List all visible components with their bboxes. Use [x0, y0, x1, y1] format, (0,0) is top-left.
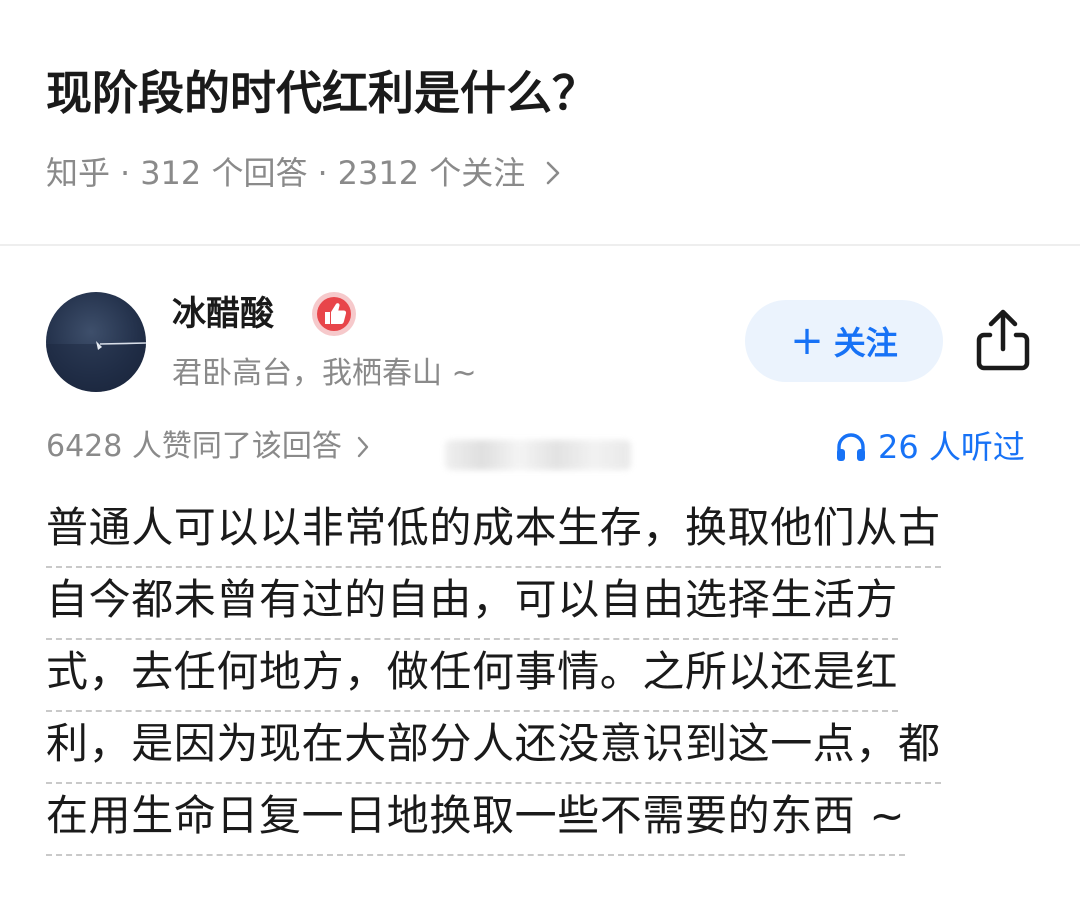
meta-separator: · — [120, 154, 131, 192]
question-title[interactable]: 现阶段的时代红利是什么？ — [46, 62, 598, 124]
answer-line: 普通人可以以非常低的成本生存，换取他们从古 — [46, 496, 941, 568]
share-icon — [976, 309, 1030, 371]
follow-button-label: 关注 — [833, 324, 898, 362]
upvote-info[interactable]: 6428 人赞同了该回答 — [46, 424, 370, 470]
listen-count: 26 人听过 — [878, 428, 1025, 466]
share-button[interactable] — [970, 305, 1036, 375]
plus-icon: + — [790, 318, 824, 364]
author-bio: 君卧高台，我栖春山 ~ — [172, 356, 477, 391]
chevron-right-icon — [545, 160, 561, 186]
followers-count: 2312 个关注 — [337, 154, 526, 192]
thumbs-up-badge-icon — [310, 290, 358, 338]
source-label: 知乎 — [46, 154, 111, 192]
answer-line: 利，是因为现在大部分人还没意识到这一点，都 — [46, 712, 941, 784]
headphones-icon — [837, 433, 865, 461]
answer-line: 在用生命日复一日地换取一些不需要的东西 ~ — [46, 784, 906, 856]
answers-count: 312 个回答 — [140, 154, 308, 192]
author-name[interactable]: 冰醋酸 — [172, 290, 274, 338]
meta-separator: · — [317, 154, 328, 192]
section-divider — [0, 244, 1080, 246]
answer-content[interactable]: 普通人可以以非常低的成本生存，换取他们从古 自今都未曾有过的自由，可以自由选择生… — [46, 496, 1026, 856]
avatar[interactable] — [46, 292, 146, 392]
follow-button[interactable]: + 关注 — [745, 300, 943, 382]
answer-page: 现阶段的时代红利是什么？ 知乎 · 312 个回答 · 2312 个关注 冰醋酸… — [0, 0, 1080, 914]
upvote-count: 6428 人赞同了该回答 — [46, 429, 342, 464]
listen-button[interactable]: 26 人听过 — [834, 424, 1025, 470]
chevron-right-icon — [356, 435, 370, 459]
question-meta[interactable]: 知乎 · 312 个回答 · 2312 个关注 — [46, 150, 561, 196]
answer-line: 自今都未曾有过的自由，可以自由选择生活方 — [46, 568, 899, 640]
answer-line: 式，去任何地方，做任何事情。之所以还是红 — [46, 640, 899, 712]
blurred-info — [445, 440, 631, 470]
